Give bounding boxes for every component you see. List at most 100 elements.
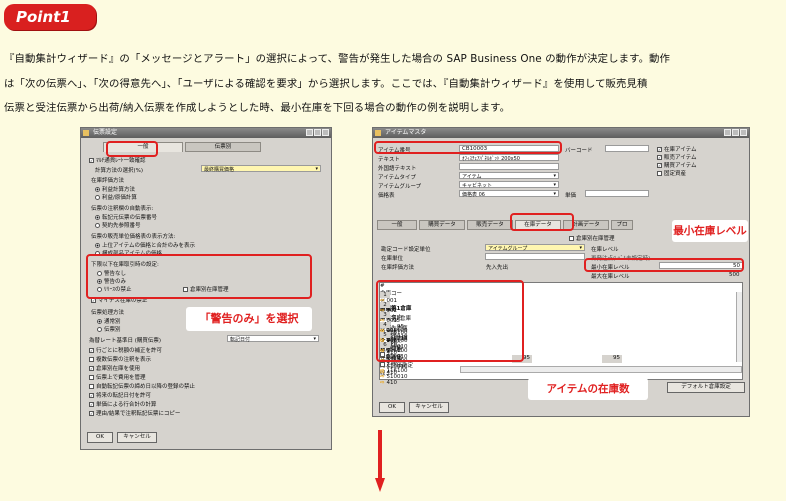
checkbox-icon[interactable]: [89, 357, 94, 362]
checkbox-icon[interactable]: ✓: [89, 411, 94, 416]
highlight-min-stock: [584, 258, 744, 272]
radio-icon[interactable]: [97, 327, 102, 332]
down-arrow-icon: [375, 430, 385, 492]
chevron-down-icon: ▾: [553, 191, 556, 197]
callout-item-stock: アイテムの在庫数: [528, 378, 648, 400]
checkbox-icon[interactable]: ✓: [89, 348, 94, 353]
callout-warning-only: 「警告のみ」を選択: [186, 307, 312, 331]
checkbox-icon[interactable]: ✓: [657, 163, 662, 168]
checkbox-icon[interactable]: ✓: [89, 366, 94, 371]
setting-label: ﾏﾙﾁ通貨ﾚｰﾄ一致確認: [96, 158, 146, 164]
tab-production[interactable]: プロ: [611, 220, 633, 230]
tab-per-document[interactable]: 伝票別: [185, 142, 261, 152]
tab-sales[interactable]: 販売データ: [467, 220, 513, 230]
title-bar: アイテムマスタ: [373, 128, 749, 138]
checkbox-icon[interactable]: [569, 236, 574, 241]
window-title: 伝票設定: [93, 129, 118, 136]
unit-price-field[interactable]: [585, 190, 649, 197]
window-app-icon: [375, 130, 381, 136]
vertical-scrollbar[interactable]: [736, 292, 742, 362]
valuation-label: 在庫評価方法: [381, 265, 415, 271]
max-stock-value: 500: [729, 272, 740, 278]
highlight-inventory-tab: [510, 213, 574, 231]
item-master-window: アイテムマスタ アイテム番号 CB10003 バーコード テキスト ｵﾌｨｽﾁｪ…: [372, 127, 750, 417]
chevron-down-icon: ▾: [553, 173, 556, 179]
tab-general[interactable]: 一般: [377, 220, 417, 230]
price-list-select[interactable]: 価格表 06 ▾: [459, 190, 559, 198]
radio-icon[interactable]: [95, 243, 100, 248]
point-badge: Point1: [4, 4, 96, 30]
minimize-icon[interactable]: [724, 129, 731, 136]
barcode-label: バーコード: [565, 148, 593, 154]
description-paragraph: 『自動集計ウィザード』の「メッセージとアラート」の選択によって、警告が発生した場…: [4, 47, 784, 121]
cancel-button[interactable]: キャンセル: [409, 402, 449, 413]
setting-label: 伝票の注釈欄の自動表示:: [91, 206, 154, 212]
title-bar: 伝票設定: [81, 128, 331, 138]
checkbox-icon[interactable]: [89, 384, 94, 389]
horizontal-scrollbar[interactable]: [460, 366, 742, 373]
setting-label: 伝票処理方法: [91, 310, 125, 316]
chevron-down-icon: ▾: [553, 182, 556, 188]
radio-icon[interactable]: [95, 223, 100, 228]
radio-icon[interactable]: [97, 319, 102, 324]
setting-label: 在庫評価方法: [91, 178, 125, 184]
checkbox-icon[interactable]: [380, 362, 385, 367]
max-stock-label: 最大在庫レベル: [591, 274, 630, 280]
foreign-name-field[interactable]: [459, 163, 559, 170]
barcode-field[interactable]: [605, 145, 649, 152]
checkbox-icon[interactable]: ✓: [89, 393, 94, 398]
window-controls: [724, 129, 747, 136]
chevron-down-icon: ▾: [579, 245, 582, 251]
ok-button[interactable]: OK: [87, 432, 113, 443]
exchange-date-select[interactable]: 転記日付 ▾: [227, 335, 319, 343]
paragraph-line-2: は「次の伝票へ」、「次の得意先へ」、「ユーザによる確認を要求」から選択します。こ…: [4, 77, 648, 90]
checkbox-icon[interactable]: ✓: [89, 402, 94, 407]
name-label: テキスト: [378, 157, 400, 163]
highlight-item-code: [374, 141, 562, 154]
highlight-general-tab: [106, 141, 158, 157]
setting-label: 計算方法の選択(%): [95, 168, 144, 174]
checkbox-icon[interactable]: [89, 375, 94, 380]
radio-icon[interactable]: [95, 187, 100, 192]
item-group-select[interactable]: キャビネット ▾: [459, 181, 559, 189]
account-setting-label: 勘定コード設定単位: [381, 247, 431, 253]
radio-icon[interactable]: [95, 215, 100, 220]
calc-method-select[interactable]: 最終購買価格 ▾: [201, 165, 321, 173]
paragraph-line-1: 『自動集計ウィザード』の「メッセージとアラート」の選択によって、警告が発生した場…: [4, 53, 671, 65]
inventory-uom-field[interactable]: [485, 253, 585, 260]
checkbox-icon[interactable]: [657, 171, 662, 176]
item-name-field[interactable]: ｵﾌｨｽﾁｪｱﾊﾟﾈﾙﾎﾞｯﾄ 200x50: [459, 154, 559, 162]
paragraph-line-3: 伝票と受注伝票から出荷/納入伝票を作成しようとした時、最小在庫を下回る場合の動作…: [4, 102, 511, 114]
close-icon[interactable]: [740, 129, 747, 136]
checkbox-icon[interactable]: ✓: [657, 155, 662, 160]
highlight-stock-column: [376, 280, 524, 362]
default-warehouse-button[interactable]: デフォルト倉庫設定: [667, 382, 745, 393]
maximize-icon[interactable]: [732, 129, 739, 136]
total-available: 95: [602, 355, 622, 363]
grid-cell: ⇨ 410: [380, 380, 398, 386]
maximize-icon[interactable]: [314, 129, 321, 136]
link-arrow-icon[interactable]: ⇨: [380, 380, 387, 386]
cancel-button[interactable]: キャンセル: [117, 432, 157, 443]
chevron-down-icon: ▾: [315, 166, 318, 172]
highlight-stock-warning: [86, 254, 312, 299]
checkbox-icon[interactable]: ✓: [657, 147, 662, 152]
setting-label: 為替レート基準日 (購買伝票): [89, 338, 162, 344]
foreign-name-label: 外国語テキスト: [378, 166, 417, 172]
unit-price-label: 単価: [565, 193, 577, 199]
window-controls: [306, 129, 329, 136]
item-type-select[interactable]: アイテム ▾: [459, 172, 559, 180]
setting-label: 伝票の販売単位価格表の表示方法:: [91, 234, 176, 240]
tab-purchasing[interactable]: 購買データ: [419, 220, 465, 230]
minimize-icon[interactable]: [306, 129, 313, 136]
chevron-down-icon: ▾: [313, 336, 316, 342]
radio-icon[interactable]: [95, 195, 100, 200]
window-title: アイテムマスタ: [385, 129, 427, 136]
ok-button[interactable]: OK: [379, 402, 405, 413]
price-list-label: 価格表: [378, 193, 395, 199]
callout-min-stock: 最小在庫レベル: [672, 220, 748, 242]
account-setting-select[interactable]: アイテムグループ ▾: [485, 244, 585, 252]
close-icon[interactable]: [322, 129, 329, 136]
checkbox-icon[interactable]: ✓: [89, 158, 94, 163]
stock-level-label: 在庫レベル: [591, 247, 619, 253]
